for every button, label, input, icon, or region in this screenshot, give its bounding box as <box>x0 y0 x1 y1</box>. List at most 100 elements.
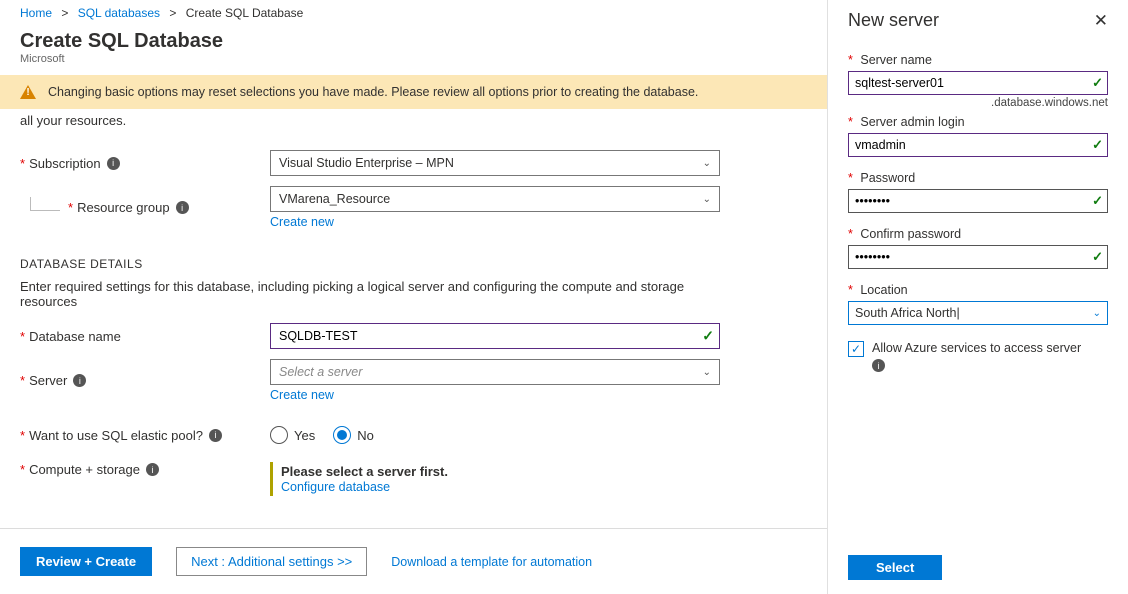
resource-group-select[interactable]: VMarena_Resource ⌄ <box>270 186 720 212</box>
server-name-input[interactable] <box>848 71 1108 95</box>
info-icon[interactable]: i <box>872 359 885 372</box>
info-icon[interactable]: i <box>146 463 159 476</box>
next-additional-settings-button[interactable]: Next : Additional settings >> <box>176 547 367 576</box>
truncated-text: all your resources. <box>20 109 807 140</box>
row-allow-azure-services: ✓ Allow Azure services to access server … <box>848 341 1108 372</box>
required-marker: * <box>848 283 853 297</box>
checkmark-icon: ✓ <box>1092 193 1103 209</box>
chevron-down-icon: ⌄ <box>1093 308 1101 319</box>
field-location: * Location South Africa North| ⌄ <box>848 283 1108 325</box>
required-marker: * <box>848 53 853 67</box>
password-label: Password <box>860 171 915 185</box>
password-input[interactable] <box>848 189 1108 213</box>
compute-storage-message: Please select a server first. Configure … <box>270 462 720 496</box>
info-icon[interactable]: i <box>176 201 189 214</box>
required-marker: * <box>848 115 853 129</box>
elastic-pool-no-label: No <box>357 428 374 443</box>
chevron-down-icon: ⌄ <box>703 367 711 378</box>
configure-database-link[interactable]: Configure database <box>281 480 390 494</box>
admin-login-input[interactable] <box>848 133 1108 157</box>
chevron-down-icon: ⌄ <box>703 158 711 169</box>
resource-group-label: Resource group <box>77 200 170 215</box>
row-subscription: * Subscription i Visual Studio Enterpris… <box>20 150 807 176</box>
server-placeholder: Select a server <box>279 365 362 379</box>
location-label: Location <box>860 283 907 297</box>
server-name-label: Server name <box>860 53 932 67</box>
footer-bar: Review + Create Next : Additional settin… <box>0 528 827 594</box>
warning-text: Changing basic options may reset selecti… <box>48 85 698 99</box>
row-database-name: * Database name ✓ <box>20 323 807 349</box>
admin-login-label: Server admin login <box>860 115 964 129</box>
server-label: Server <box>29 373 67 388</box>
elastic-pool-yes-label: Yes <box>294 428 315 443</box>
row-resource-group: * Resource group i VMarena_Resource ⌄ Cr… <box>20 186 807 229</box>
field-password: * Password ✓ <box>848 171 1108 213</box>
compute-storage-warning: Please select a server first. <box>281 464 712 479</box>
chevron-right-icon: > <box>169 6 176 20</box>
resource-group-value: VMarena_Resource <box>279 192 390 206</box>
close-icon[interactable]: ✕ <box>1094 11 1108 31</box>
required-marker: * <box>848 227 853 241</box>
new-server-blade: New server ✕ * Server name ✓ .database.w… <box>828 0 1128 594</box>
subscription-select[interactable]: Visual Studio Enterprise – MPN ⌄ <box>270 150 720 176</box>
warning-icon <box>20 85 36 99</box>
breadcrumb-home[interactable]: Home <box>20 6 52 20</box>
blade-footer: Select <box>848 555 1108 594</box>
subscription-label: Subscription <box>29 156 101 171</box>
checkmark-icon: ✓ <box>1092 75 1103 91</box>
confirm-password-label: Confirm password <box>860 227 961 241</box>
radio-icon <box>333 426 351 444</box>
select-button[interactable]: Select <box>848 555 942 580</box>
database-name-input[interactable] <box>270 323 720 349</box>
elastic-pool-radio-group: Yes No <box>270 426 720 444</box>
required-marker: * <box>20 156 25 171</box>
required-marker: * <box>20 373 25 388</box>
info-icon[interactable]: i <box>209 429 222 442</box>
required-marker: * <box>848 171 853 185</box>
server-create-new-link[interactable]: Create new <box>270 388 334 402</box>
allow-azure-checkbox[interactable]: ✓ <box>848 341 864 357</box>
review-create-button[interactable]: Review + Create <box>20 547 152 576</box>
blade-title: New server <box>848 10 939 31</box>
page-subtitle: Microsoft <box>0 53 827 75</box>
download-template-link[interactable]: Download a template for automation <box>391 555 592 569</box>
warning-bar: Changing basic options may reset selecti… <box>0 75 827 109</box>
field-confirm-password: * Confirm password ✓ <box>848 227 1108 269</box>
allow-azure-label: Allow Azure services to access server <box>872 341 1081 355</box>
breadcrumb: Home > SQL databases > Create SQL Databa… <box>0 0 827 20</box>
elastic-pool-label: Want to use SQL elastic pool? <box>29 428 203 443</box>
required-marker: * <box>68 200 73 215</box>
location-select[interactable]: South Africa North| ⌄ <box>848 301 1108 325</box>
field-server-name: * Server name ✓ .database.windows.net <box>848 53 1108 109</box>
compute-storage-label: Compute + storage <box>29 462 140 477</box>
info-icon[interactable]: i <box>107 157 120 170</box>
confirm-password-input[interactable] <box>848 245 1108 269</box>
checkmark-icon: ✓ <box>1092 249 1103 265</box>
blade-header: New server ✕ <box>848 0 1108 31</box>
checkmark-icon: ✓ <box>1092 137 1103 153</box>
chevron-right-icon: > <box>61 6 68 20</box>
database-name-label: Database name <box>29 329 121 344</box>
breadcrumb-current: Create SQL Database <box>186 6 304 20</box>
info-icon[interactable]: i <box>73 374 86 387</box>
section-database-details-header: DATABASE DETAILS <box>20 257 807 271</box>
checkmark-icon: ✓ <box>702 328 714 345</box>
elastic-pool-no-radio[interactable]: No <box>333 426 374 444</box>
server-select[interactable]: Select a server ⌄ <box>270 359 720 385</box>
row-compute-storage: * Compute + storage i Please select a se… <box>20 462 807 496</box>
required-marker: * <box>20 329 25 344</box>
location-value: South Africa North <box>855 306 956 320</box>
required-marker: * <box>20 462 25 477</box>
row-server: * Server i Select a server ⌄ Create new <box>20 359 807 402</box>
subscription-value: Visual Studio Enterprise – MPN <box>279 156 454 170</box>
chevron-down-icon: ⌄ <box>703 194 711 205</box>
radio-icon <box>270 426 288 444</box>
server-name-suffix: .database.windows.net <box>848 97 1108 109</box>
resource-group-create-new-link[interactable]: Create new <box>270 215 334 229</box>
breadcrumb-sql-databases[interactable]: SQL databases <box>78 6 160 20</box>
main-pane: Home > SQL databases > Create SQL Databa… <box>0 0 828 594</box>
elastic-pool-yes-radio[interactable]: Yes <box>270 426 315 444</box>
section-database-details-desc: Enter required settings for this databas… <box>20 279 700 309</box>
page-title: Create SQL Database <box>0 20 827 53</box>
field-admin-login: * Server admin login ✓ <box>848 115 1108 157</box>
